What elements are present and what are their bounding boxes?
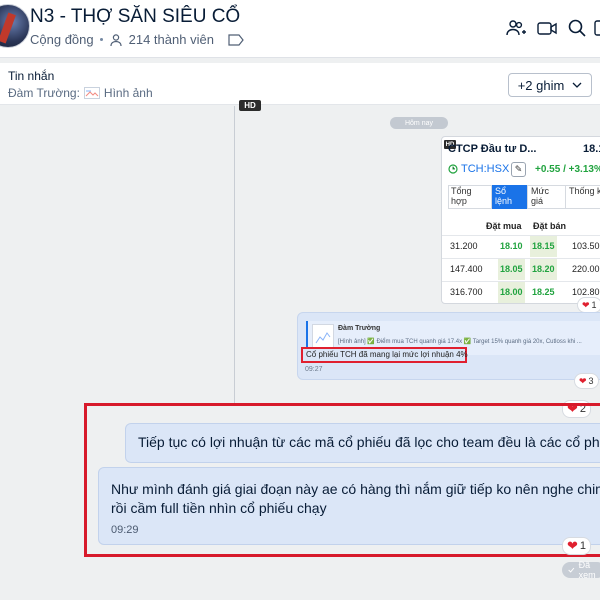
stock-card-title: CTCP Đầu tư D... xyxy=(448,143,537,155)
pinned-sender: Đàm Trường: xyxy=(8,86,80,100)
pinned-more-button[interactable]: +2 ghim xyxy=(508,73,592,97)
message-reaction[interactable]: ❤ 1 xyxy=(562,537,592,555)
heart-icon: ❤ xyxy=(582,299,590,310)
date-divider: Hôm nay xyxy=(390,117,448,129)
sell-price-cell: 18.25 xyxy=(532,287,555,297)
hd-badge: HD xyxy=(239,100,261,111)
col-sell-header: Đặt bán xyxy=(533,221,567,231)
reply-message-bubble[interactable]: Đàm Trường [Hình ảnh] ✅ Điểm mua TCH qua… xyxy=(297,312,600,380)
chart-thumbnail-icon xyxy=(315,332,331,344)
image-thumbnail-icon xyxy=(83,87,100,99)
quoted-sender: Đàm Trường xyxy=(338,325,381,332)
vol-buy-cell: 31.200 xyxy=(450,241,478,251)
chat-header: N3 - THỢ SĂN SIÊU CỔ Cộng đồng 214 thành… xyxy=(0,0,600,58)
group-type: Cộng đồng xyxy=(30,32,94,47)
tag-icon[interactable] xyxy=(228,33,244,46)
stock-card-reaction[interactable]: ❤ 1 xyxy=(577,297,600,313)
heart-icon: ❤ xyxy=(579,375,587,386)
group-avatar[interactable] xyxy=(0,4,30,48)
separator-dot xyxy=(99,38,103,41)
video-call-icon[interactable] xyxy=(536,17,558,39)
tab-muc-gia[interactable]: Mức giá xyxy=(528,185,566,209)
buy-price-cell: 18.05 xyxy=(498,259,525,280)
stock-ticker: TCH:HSX xyxy=(448,163,509,175)
pinned-title: Tin nhắn xyxy=(8,69,55,83)
table-row: 316.700 18.00 18.25 102.80 xyxy=(442,281,600,303)
tab-tong-hop[interactable]: Tổng hợp xyxy=(448,185,492,209)
table-row: 147.400 18.05 18.20 220.00 xyxy=(442,258,600,280)
stock-card[interactable]: HD CTCP Đầu tư D... 18.10 TCH:HSX ✎ +0.5… xyxy=(441,136,600,304)
vol-sell-cell: 103.50 xyxy=(572,241,600,251)
highlight-box xyxy=(84,403,600,557)
sell-price-cell: 18.15 xyxy=(530,236,557,257)
sidebar-toggle-icon[interactable] xyxy=(593,17,600,39)
reaction-count: 1 xyxy=(591,300,597,310)
pencil-icon[interactable]: ✎ xyxy=(511,162,526,177)
buy-price-cell: 18.10 xyxy=(500,241,523,251)
thread-line xyxy=(234,106,235,406)
table-row: 31.200 18.10 18.15 103.50 xyxy=(442,235,600,257)
search-icon[interactable] xyxy=(566,17,588,39)
pinned-content: Hình ảnh xyxy=(103,86,153,100)
seen-status: Đã xem xyxy=(562,560,600,580)
stock-change: +0.55 / +3.13% xyxy=(535,164,600,175)
tab-thong-ke[interactable]: Thống kê xyxy=(566,185,600,209)
reaction-count: 3 xyxy=(588,376,594,386)
group-title[interactable]: N3 - THỢ SĂN SIÊU CỔ xyxy=(30,6,240,28)
tab-so-lenh[interactable]: Sổ lệnh xyxy=(492,185,528,209)
pinned-preview[interactable]: Đàm Trường: Hình ảnh xyxy=(8,86,153,100)
member-icon[interactable] xyxy=(109,33,123,47)
group-subtitle: Cộng đồng 214 thành viên xyxy=(30,32,244,47)
pinned-message-bar[interactable]: Tin nhắn Đàm Trường: Hình ảnh +2 ghim xyxy=(0,63,600,105)
sell-price-cell: 18.20 xyxy=(530,259,557,280)
check-icon xyxy=(568,567,575,573)
ticker-label: TCH:HSX xyxy=(461,163,510,175)
member-count[interactable]: 214 thành viên xyxy=(129,32,214,47)
heart-icon: ❤ xyxy=(567,538,578,553)
reply-message-time: 09:27 xyxy=(305,366,323,373)
add-member-icon[interactable] xyxy=(505,17,527,39)
seen-label: Đã xem xyxy=(578,560,596,580)
clock-icon xyxy=(448,164,458,174)
quoted-preview: [Hình ảnh] ✅ Điểm mua TCH quanh giá 17.4… xyxy=(338,339,582,345)
vol-buy-cell: 316.700 xyxy=(450,287,483,297)
reply-reaction[interactable]: ❤ 3 xyxy=(574,373,599,389)
buy-price-cell: 18.00 xyxy=(498,282,525,303)
stock-card-price: 18.10 xyxy=(583,143,600,155)
col-buy-header: Đặt mua xyxy=(486,221,522,231)
reply-message-text: Cổ phiếu TCH đã mang lại mức lợi nhuận 4… xyxy=(301,347,468,363)
pinned-more-label: +2 ghim xyxy=(517,77,565,93)
vol-buy-cell: 147.400 xyxy=(450,264,483,274)
chevron-down-icon xyxy=(572,82,582,88)
vol-sell-cell: 220.00 xyxy=(572,264,600,274)
reaction-count: 1 xyxy=(579,540,587,552)
